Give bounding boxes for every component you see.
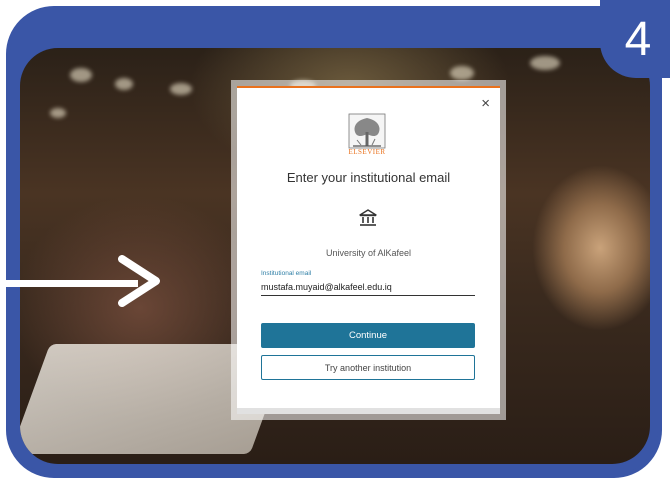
- dialog-bottom-divider: [237, 408, 500, 414]
- email-field-label: Institutional email: [261, 270, 312, 277]
- institution-login-dialog: × ELSEVIER Enter your institutional emai…: [237, 86, 500, 414]
- institution-building-icon: [359, 209, 377, 226]
- dialog-heading: Enter your institutional email: [286, 170, 451, 185]
- brand-wordmark: ELSEVIER: [348, 148, 386, 156]
- arrow-right-icon: [118, 255, 160, 307]
- continue-button[interactable]: Continue: [261, 323, 475, 348]
- close-icon[interactable]: ×: [481, 96, 490, 111]
- email-field[interactable]: [261, 279, 475, 296]
- step-number-badge: 4: [600, 0, 670, 78]
- try-another-institution-button[interactable]: Try another institution: [261, 355, 475, 380]
- institution-name: University of AlKafeel: [325, 248, 412, 258]
